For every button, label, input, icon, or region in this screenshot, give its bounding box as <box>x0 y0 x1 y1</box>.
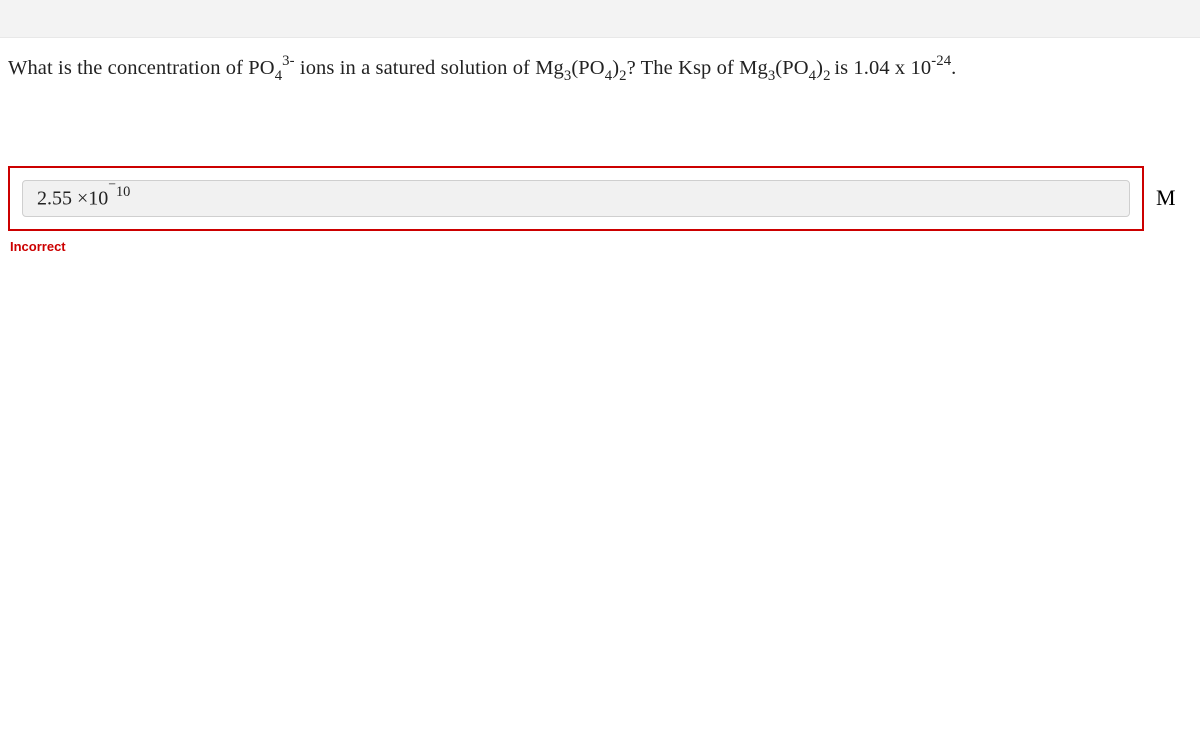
q-sub: 4 <box>605 68 612 84</box>
q-frag: is 1.04 x 10 <box>834 57 931 79</box>
q-frag: What is the concentration of PO <box>8 57 275 79</box>
question-area: What is the concentration of PO43- ions … <box>0 38 1200 254</box>
answer-times-ten: ×10 <box>72 187 108 209</box>
feedback-text: Incorrect <box>10 239 1192 254</box>
answer-exponent-digits: 10 <box>116 184 130 200</box>
q-frag: . <box>951 57 956 79</box>
answer-container-incorrect: 2.55 ×10−10 <box>8 166 1144 232</box>
q-frag: ions in a satured solution of Mg <box>295 57 564 79</box>
answer-exponent: −10 <box>108 184 130 200</box>
q-frag: (PO <box>775 57 808 79</box>
q-sub: 3 <box>564 68 571 84</box>
unit-label: M <box>1156 185 1176 211</box>
q-frag: (PO <box>571 57 604 79</box>
minus-sign: − <box>108 176 116 192</box>
q-sub: 2 <box>619 68 626 84</box>
q-sub: 4 <box>275 68 282 84</box>
q-frag: ? The Ksp of Mg <box>627 57 768 79</box>
q-sub: 2 <box>823 68 834 84</box>
answer-row: 2.55 ×10−10 M <box>8 166 1192 232</box>
answer-input[interactable]: 2.55 ×10−10 <box>22 180 1130 218</box>
q-sup: 3- <box>282 53 295 69</box>
q-sup: -24 <box>931 53 951 69</box>
q-sub: 4 <box>809 68 816 84</box>
question-text: What is the concentration of PO43- ions … <box>8 52 1192 86</box>
answer-coefficient: 2.55 <box>37 187 72 209</box>
q-sub: 3 <box>768 68 775 84</box>
window-titlebar <box>0 0 1200 38</box>
